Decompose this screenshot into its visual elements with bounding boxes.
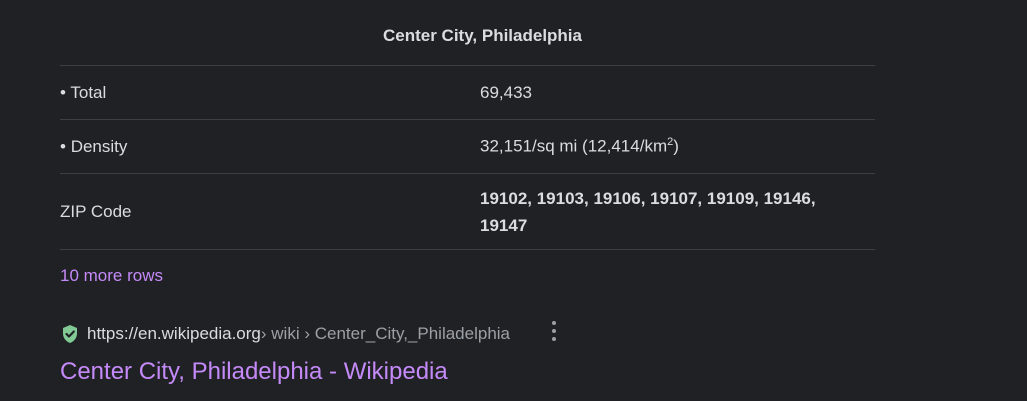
density-main: 32,151/sq mi (12,414/km [480, 136, 668, 156]
table-row: ZIP Code 19102, 19103, 19106, 19107, 191… [60, 174, 875, 250]
row-value-total: 69,433 [480, 82, 532, 102]
result-host: https://en.wikipedia.org [87, 324, 261, 343]
more-vert-icon[interactable] [548, 321, 560, 341]
row-label-total: Total [60, 83, 480, 103]
infobox-caption: Center City, Philadelphia [60, 0, 875, 66]
row-label-density: Density [60, 137, 480, 157]
result-path: › wiki › Center_City,_Philadelphia [260, 324, 511, 343]
row-value-zip: 19102, 19103, 19106, 19107, 19109, 19146… [480, 188, 816, 235]
search-result: https://en.wikipedia.org › wiki › Center… [60, 318, 660, 386]
infobox-table: Center City, Philadelphia Total 69,433 D… [60, 0, 875, 286]
result-title-link[interactable]: Center City, Philadelphia - Wikipedia [60, 358, 660, 386]
result-url[interactable]: https://en.wikipedia.org › wiki › Center… [60, 318, 660, 350]
more-rows-link[interactable]: 10 more rows [60, 266, 875, 286]
table-row: Total 69,433 [60, 66, 875, 120]
table-row: Density 32,151/sq mi (12,414/km2) [60, 120, 875, 174]
density-end: ) [673, 136, 679, 156]
row-value-density: 32,151/sq mi (12,414/km2) [480, 136, 875, 157]
row-label-zip: ZIP Code [60, 201, 132, 221]
shield-check-icon [60, 324, 80, 344]
